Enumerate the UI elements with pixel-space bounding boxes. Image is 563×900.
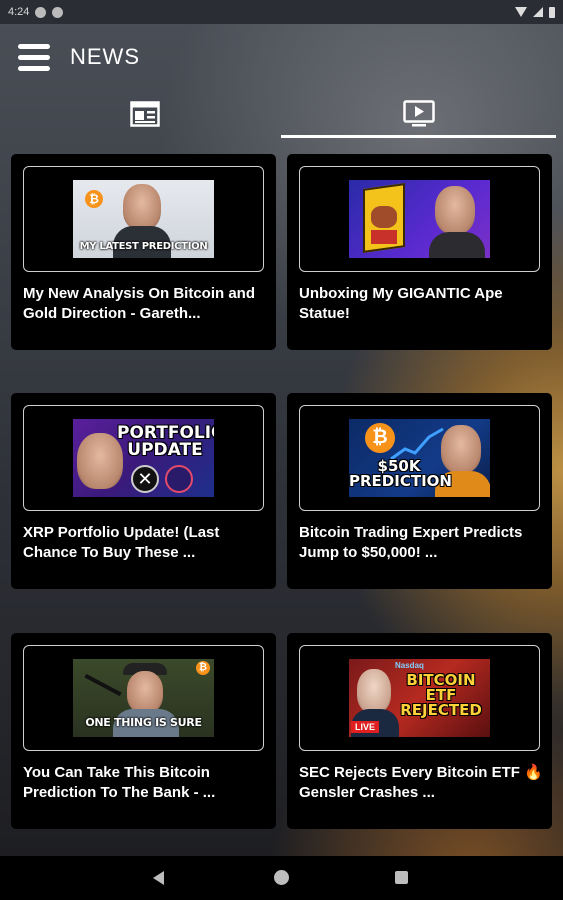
video-card[interactable]: ₿ ONE THING IS SURE You Can Take This Bi…: [11, 633, 276, 829]
video-thumbnail: ₿ MY LATEST PREDICTION: [73, 180, 214, 258]
thumbnail-caption: MY LATEST PREDICTION: [79, 241, 208, 252]
video-thumbnail: ₿ ONE THING IS SURE: [73, 659, 214, 737]
video-thumbnail: [349, 180, 490, 258]
thumbnail-caption: $50K PREDICTION: [349, 457, 452, 490]
video-title: Unboxing My GIGANTIC Ape Statue!: [299, 285, 503, 322]
video-title: My New Analysis On Bitcoin and Gold Dire…: [23, 285, 255, 322]
bitcoin-logo-icon: ₿: [196, 661, 210, 675]
video-title: Bitcoin Trading Expert Predicts Jump to …: [299, 524, 523, 561]
home-icon[interactable]: [274, 870, 289, 885]
system-nav-bar: [0, 856, 563, 900]
video-card[interactable]: Nasdaq BITCOIN ETF REJECTED LIVE SEC Rej…: [287, 633, 552, 829]
thumbnail-caption: ONE THING IS SURE: [85, 716, 202, 729]
bitcoin-logo-icon: ₿: [85, 190, 103, 208]
video-grid: ₿ MY LATEST PREDICTION My New Analysis O…: [0, 0, 563, 900]
video-card[interactable]: Unboxing My GIGANTIC Ape Statue!: [287, 154, 552, 350]
xrp-logo-icon: ✕: [131, 465, 159, 493]
video-title: XRP Portfolio Update! (Last Chance To Bu…: [23, 524, 220, 561]
video-card[interactable]: ₿ $50K PREDICTION Bitcoin Trading Expert…: [287, 393, 552, 589]
thumbnail-frame: Nasdaq BITCOIN ETF REJECTED LIVE: [299, 645, 540, 751]
coin-logo-icon: [165, 465, 193, 493]
live-badge: LIVE: [351, 721, 380, 733]
thumbnail-caption: BITCOIN ETF REJECTED: [400, 671, 482, 719]
thumbnail-frame: ₿ ONE THING IS SURE: [23, 645, 264, 751]
trend-arrow-icon: [390, 427, 444, 461]
video-thumbnail: Nasdaq BITCOIN ETF REJECTED LIVE: [349, 659, 490, 737]
video-thumbnail: PORTFOLIO UPDATE ✕: [73, 419, 214, 497]
video-title: You Can Take This Bitcoin Prediction To …: [23, 764, 216, 801]
thumbnail-frame: ₿ MY LATEST PREDICTION: [23, 166, 264, 272]
video-card[interactable]: PORTFOLIO UPDATE ✕ XRP Portfolio Update!…: [11, 393, 276, 589]
thumbnail-frame: [299, 166, 540, 272]
nasdaq-logo: Nasdaq: [395, 661, 424, 670]
recent-apps-icon[interactable]: [395, 871, 408, 884]
video-title: SEC Rejects Every Bitcoin ETF 🔥 Gensler …: [299, 764, 543, 801]
video-thumbnail: ₿ $50K PREDICTION: [349, 419, 490, 497]
thumbnail-caption: PORTFOLIO UPDATE: [117, 423, 214, 460]
back-icon[interactable]: [153, 871, 164, 885]
thumbnail-frame: PORTFOLIO UPDATE ✕: [23, 405, 264, 511]
thumbnail-frame: ₿ $50K PREDICTION: [299, 405, 540, 511]
video-card[interactable]: ₿ MY LATEST PREDICTION My New Analysis O…: [11, 154, 276, 350]
